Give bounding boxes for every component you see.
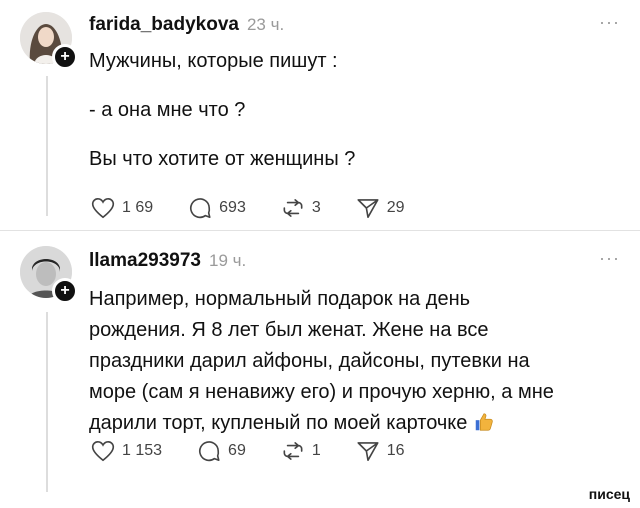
post-line: рождения. Я 8 лет был женат. Жене на все [89, 319, 489, 341]
comment-icon [199, 441, 220, 462]
send-icon [357, 442, 379, 462]
heart-icon [91, 440, 115, 462]
more-options-icon[interactable]: ··· [599, 12, 620, 33]
post-2: + llama293973 19 ч. ··· Например, нормал… [0, 232, 640, 508]
post-header: llama293973 19 ч. [89, 250, 246, 272]
post-text: Мужчины, которые пишут : - а она мне что… [89, 47, 355, 174]
post-line: Вы что хотите от женщины ? [89, 148, 356, 170]
share-button[interactable]: 29 [355, 195, 405, 221]
post-line: Например, нормальный подарок на день [89, 288, 471, 310]
post-line-last: дарили торт, купленый по моей карточке [89, 408, 554, 439]
repost-icon [283, 442, 303, 460]
timestamp: 23 ч. [246, 15, 285, 34]
post-line: Мужчины, которые пишут : [89, 50, 338, 72]
post-1: + farida_badykova 23 ч. ··· Мужчины, кот… [0, 0, 640, 230]
avatar-farida[interactable]: + [20, 12, 78, 70]
comment-icon [190, 198, 211, 219]
thread-line [46, 312, 48, 492]
watermark: писец [588, 486, 630, 502]
like-button[interactable]: 1 69 [90, 195, 153, 221]
follow-plus-icon[interactable]: + [52, 278, 78, 304]
username[interactable]: farida_badykova [89, 14, 239, 36]
post-line: море (сам я ненавижу его) и прочую херню… [89, 381, 554, 403]
post-line: - а она мне что ? [89, 99, 246, 121]
thumbs-up-icon [476, 413, 494, 431]
action-bar: 1 153 69 1 16 [90, 438, 439, 464]
timestamp: 19 ч. [209, 251, 247, 270]
post-divider [0, 230, 640, 231]
comment-button[interactable]: 69 [196, 438, 246, 464]
thread-line [46, 76, 48, 216]
repost-button[interactable]: 1 [280, 438, 321, 464]
share-count: 29 [386, 199, 405, 216]
post-line: дарили торт, купленый по моей карточке [89, 412, 468, 434]
post-text: Например, нормальный подарок на день рож… [89, 284, 554, 439]
like-button[interactable]: 1 153 [90, 438, 162, 464]
action-bar: 1 69 693 3 29 [90, 195, 439, 221]
repost-count: 3 [311, 199, 321, 216]
username[interactable]: llama293973 [89, 250, 201, 272]
share-button[interactable]: 16 [355, 438, 405, 464]
heart-icon [91, 197, 115, 219]
post-header: farida_badykova 23 ч. [89, 14, 284, 36]
follow-plus-icon[interactable]: + [52, 44, 78, 70]
more-options-icon[interactable]: ··· [599, 248, 620, 269]
post-line: праздники дарил айфоны, дайсоны, путевки… [89, 350, 530, 372]
send-icon [357, 199, 379, 219]
comment-count: 69 [228, 442, 246, 459]
like-count: 1 153 [122, 442, 163, 459]
repost-icon [283, 199, 303, 217]
comment-count: 693 [219, 199, 246, 216]
like-count: 1 69 [122, 199, 154, 216]
repost-button[interactable]: 3 [280, 195, 321, 221]
share-count: 16 [386, 442, 405, 459]
comment-button[interactable]: 693 [187, 195, 246, 221]
repost-count: 1 [311, 442, 321, 459]
avatar-llama[interactable]: + [20, 246, 78, 304]
